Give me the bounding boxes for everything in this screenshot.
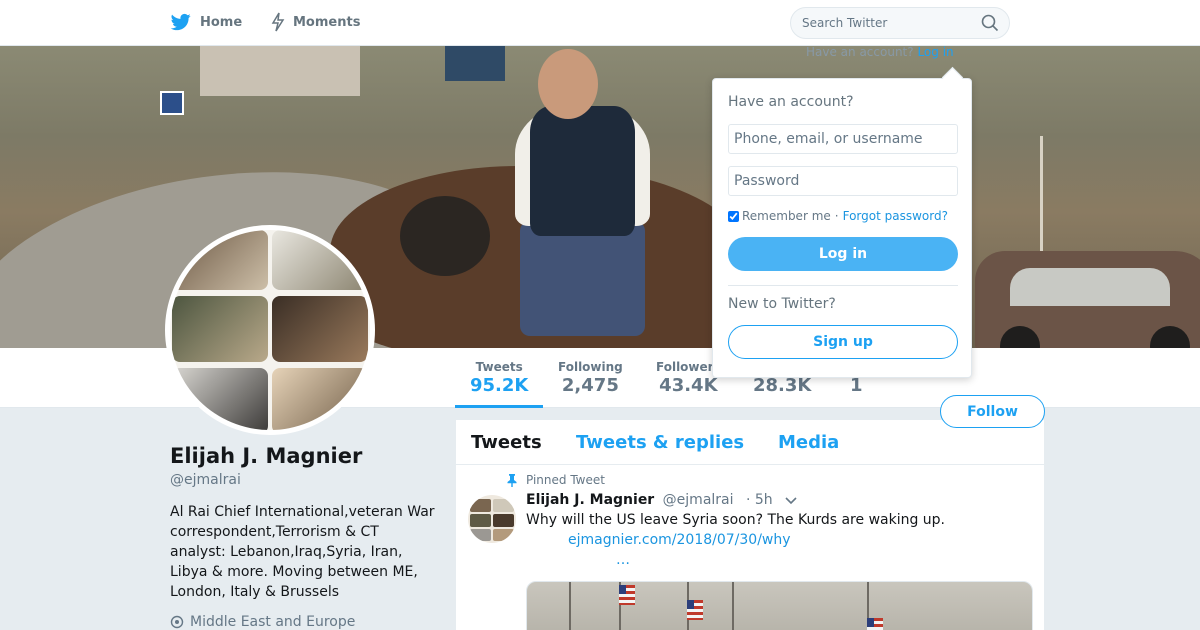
profile-avatar[interactable] [165,225,375,435]
stat-label: Tweets [475,360,523,374]
media-flag [687,600,703,620]
nav-home[interactable]: Home [170,12,242,32]
login-title: Have an account? [728,94,854,110]
active-stat-underline [455,405,543,408]
avatar-photo-tile [172,230,268,290]
stat-label: Following [558,360,623,374]
tab-tweets[interactable]: Tweets [471,432,542,453]
twitter-bird-icon [170,13,191,31]
remember-me-label[interactable]: Remember me [742,209,831,223]
moments-bolt-icon [271,12,285,32]
location-pin-icon [170,615,184,629]
photo-truck [445,46,505,81]
tweet-author-name[interactable]: Elijah J. Magnier [526,492,654,508]
avatar-photo-tile [272,296,368,362]
remember-separator: · [834,209,839,223]
photo-person-head [538,49,598,119]
stat-value: 43.4K [659,375,718,396]
tweet-avatar[interactable] [468,495,516,543]
pinned-tweet-label: Pinned Tweet [506,473,605,487]
tweet-media-image[interactable] [526,581,1033,630]
avatar-photo-tile [470,499,491,512]
chevron-down-icon[interactable] [784,496,798,506]
username-input[interactable] [728,124,958,154]
photo-person-legs [520,221,645,336]
top-nav: Home Moments [0,0,1200,46]
tweet-text: Why will the US leave Syria soon? The Ku… [526,512,946,528]
profile-location-text: Middle East and Europe [190,614,356,630]
avatar-photo-tile [493,514,514,527]
remember-me-checkbox[interactable] [728,210,739,222]
search-icon[interactable] [981,14,999,32]
media-flag-pole [569,582,571,630]
remember-row: Remember me · Forgot password? [728,209,948,223]
have-account-prompt: Have an account? Log in [806,45,954,59]
tweet-timestamp[interactable]: · 5h [746,492,773,508]
stat-label: Followers [656,360,721,374]
nav-moments-label: Moments [293,14,361,30]
profile-handle[interactable]: @ejmalrai [170,472,241,488]
nav-home-label: Home [200,14,243,30]
pin-icon [507,474,517,487]
tweet-author-handle[interactable]: @ejmalrai [663,492,734,508]
login-dropdown: Have an account? Remember me · Forgot pa… [712,78,972,378]
avatar-photo-tile [470,514,491,527]
profile-location: Middle East and Europe [170,614,355,630]
photo-car-window [1010,268,1170,306]
photo-sign [160,91,184,115]
profile-bio: Al Rai Chief International,veteran War c… [170,504,435,600]
top-login-link[interactable]: Log in [917,45,953,59]
avatar-photo-tile [493,499,514,512]
profile-name[interactable]: Elijah J. Magnier [170,444,362,468]
stat-value: 1 [850,375,863,396]
tweet-link[interactable]: ejmagnier.com/2018/07/30/why [568,532,791,548]
login-button[interactable]: Log in [728,237,958,271]
tweet-link-ellipsis[interactable]: … [616,552,630,568]
photo-wreck-hole [400,196,490,276]
tab-media[interactable]: Media [778,432,839,453]
pinned-text: Pinned Tweet [526,473,605,487]
photo-person-vest [530,106,635,236]
media-flag [619,585,635,605]
stat-value: 28.3K [753,375,812,396]
stat-tweets[interactable]: Tweets 95.2K [470,360,528,396]
follow-button[interactable]: Follow [940,395,1045,428]
avatar-photo-tile [470,529,491,541]
tab-tweets-replies[interactable]: Tweets & replies [576,432,744,453]
stat-value: 2,475 [561,375,619,396]
timeline: Tweets Tweets & replies Media Pinned Twe… [456,420,1044,630]
nav-moments[interactable]: Moments [271,12,360,32]
login-divider [728,285,958,286]
stat-value: 95.2K [470,375,529,396]
photo-fence [1040,136,1200,256]
have-account-text: Have an account? [806,45,914,59]
avatar-photo-tile [272,230,368,290]
avatar-photo-tile [272,368,368,430]
password-input[interactable] [728,166,958,196]
avatar-photo-tile [172,296,268,362]
forgot-password-link[interactable]: Forgot password? [843,209,948,223]
media-flag [867,618,883,630]
search-input[interactable] [790,7,1010,39]
avatar-photo-tile [493,529,514,541]
photo-house [200,46,360,96]
new-to-twitter-text: New to Twitter? [728,296,836,312]
avatar-photo-tile [172,368,268,430]
signup-button[interactable]: Sign up [728,325,958,359]
stat-following[interactable]: Following 2,475 [558,360,623,396]
tweet-header: Elijah J. Magnier @ejmalrai · 5h [526,492,773,508]
media-flag-pole [732,582,734,630]
stat-followers[interactable]: Followers 43.4K [656,360,721,396]
